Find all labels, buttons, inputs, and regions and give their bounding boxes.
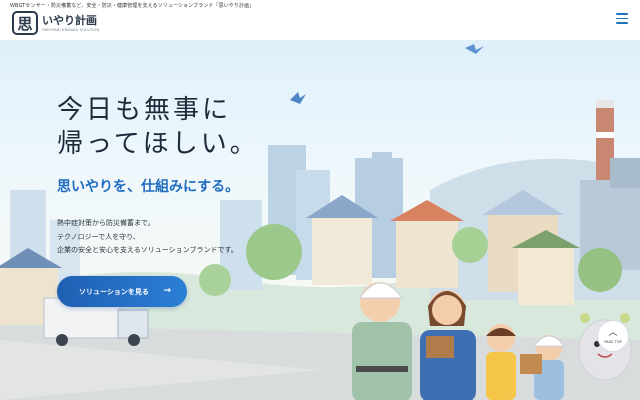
site-logo[interactable]: 思 いやり計画 OMOIYARI KEIKAKU SOLUTION (12, 11, 99, 35)
description-line: 熱中症対策から防災備蓄まで。 (57, 219, 155, 227)
logo-subtitle: OMOIYARI KEIKAKU SOLUTION (42, 27, 100, 32)
menu-line (616, 17, 628, 20)
view-solutions-button[interactable]: ソリューションを見る → (57, 276, 187, 307)
page-top-button[interactable]: ︿ PAGE TOP (597, 320, 629, 352)
hero-description: 熱中症対策から防災備蓄まで。 テクノロジーで人を守り、 企業の安全と安心を支える… (57, 217, 238, 258)
header-tagline: WBGTセンサー・防災備蓄など、安全・防災・健康管理を支えるソリューションブラン… (10, 3, 255, 9)
headline-line-2: 帰ってほしい。 (57, 129, 259, 159)
cta-label: ソリューションを見る (79, 287, 149, 296)
menu-icon[interactable] (616, 13, 628, 24)
arrow-right-icon: → (163, 286, 171, 296)
hero-headline: 今日も無事に 帰ってほしい。 (57, 93, 259, 161)
page-top-label: PAGE TOP (604, 339, 622, 344)
logo-text: いやり計画 OMOIYARI KEIKAKU SOLUTION (42, 13, 100, 32)
site-header: WBGTセンサー・防災備蓄など、安全・防災・健康管理を支えるソリューションブラン… (0, 0, 640, 40)
headline-line-1: 今日も無事に (57, 95, 232, 125)
menu-line (616, 13, 628, 15)
description-line: 企業の安全と安心を支えるソリューションブランドです。 (57, 246, 238, 254)
logo-name: いやり計画 (42, 13, 97, 27)
chevron-up-icon: ︿ (608, 327, 618, 338)
hero-subhead: 思いやりを、仕組みにする。 (57, 179, 240, 195)
logo-mark: 思 (12, 11, 38, 35)
menu-line (616, 22, 628, 24)
description-line: テクノロジーで人を守り、 (57, 232, 140, 241)
hero-section: 今日も無事に 帰ってほしい。 思いやりを、仕組みにする。 熱中症対策から防災備蓄… (0, 40, 640, 400)
